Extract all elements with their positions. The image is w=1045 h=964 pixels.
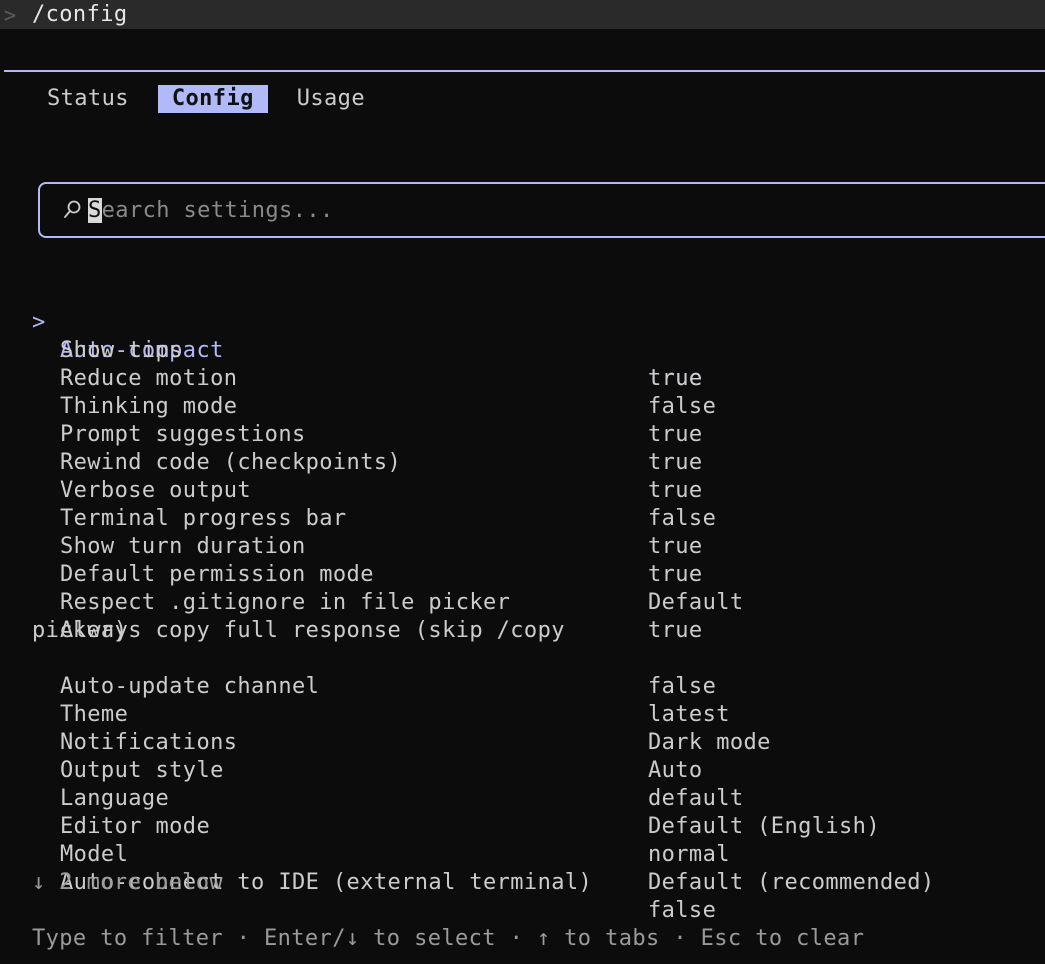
divider-line: [4, 70, 1045, 72]
setting-label-continued: picker): [32, 618, 128, 643]
setting-row-editor-mode[interactable]: Editor mode normal: [32, 785, 1045, 867]
more-below-indicator: ↓ 2 more below: [32, 870, 224, 895]
prompt-chevron: >: [4, 2, 17, 27]
setting-row-terminal-progress-bar[interactable]: Terminal progress bar true: [32, 477, 1045, 559]
text-cursor: S: [88, 197, 102, 223]
setting-row-model[interactable]: Model Default (recommended): [32, 813, 1045, 895]
setting-row-show-tips[interactable]: Show tips true: [32, 309, 1045, 391]
tab-bar: Status Config Usage: [47, 85, 365, 113]
setting-row-verbose-output[interactable]: Verbose output false: [32, 449, 1045, 531]
tab-config[interactable]: Config: [157, 85, 268, 113]
setting-row-respect-gitignore[interactable]: Respect .gitignore in file picker true: [32, 561, 1045, 643]
setting-row-language[interactable]: Language Default (English): [32, 757, 1045, 839]
setting-row-output-style[interactable]: Output style default: [32, 729, 1045, 811]
command-input-bar[interactable]: > /config: [0, 0, 1045, 29]
settings-list: > Auto-compact true Show tips true Reduc…: [32, 281, 1045, 923]
setting-label: Always copy full response (skip /copy: [60, 618, 565, 643]
search-placeholder-text: earch settings...: [101, 197, 334, 223]
search-placeholder: Search settings...: [88, 197, 334, 223]
setting-value: Default (recommended): [648, 870, 935, 895]
command-text: /config: [32, 2, 128, 27]
setting-row-rewind-code[interactable]: Rewind code (checkpoints) true: [32, 421, 1045, 503]
setting-value: false: [648, 898, 717, 923]
setting-row-prompt-suggestions[interactable]: Prompt suggestions true: [32, 393, 1045, 475]
setting-row-auto-connect-ide[interactable]: Auto-connect to IDE (external terminal) …: [32, 841, 1045, 923]
setting-row-show-turn-duration[interactable]: Show turn duration true: [32, 505, 1045, 587]
setting-row-notifications[interactable]: Notifications Auto: [32, 701, 1045, 783]
setting-row-default-permission-mode[interactable]: Default permission mode Default: [32, 533, 1045, 615]
setting-row-thinking-mode[interactable]: Thinking mode true: [32, 365, 1045, 447]
search-icon: [64, 200, 81, 218]
search-settings-input[interactable]: Search settings...: [38, 182, 1045, 238]
setting-row-reduce-motion[interactable]: Reduce motion false: [32, 337, 1045, 419]
setting-row-theme[interactable]: Theme Dark mode: [32, 673, 1045, 755]
setting-row-always-copy-full-response[interactable]: Always copy full response (skip /copy pi…: [32, 589, 1045, 699]
setting-row-auto-update-channel[interactable]: Auto-update channel latest: [32, 645, 1045, 727]
keyboard-hint-footer: Type to filter · Enter/↓ to select · ↑ t…: [32, 926, 865, 951]
tab-usage[interactable]: Usage: [297, 85, 365, 113]
tab-status[interactable]: Status: [47, 85, 129, 113]
setting-row-auto-compact[interactable]: > Auto-compact true: [32, 281, 1045, 391]
